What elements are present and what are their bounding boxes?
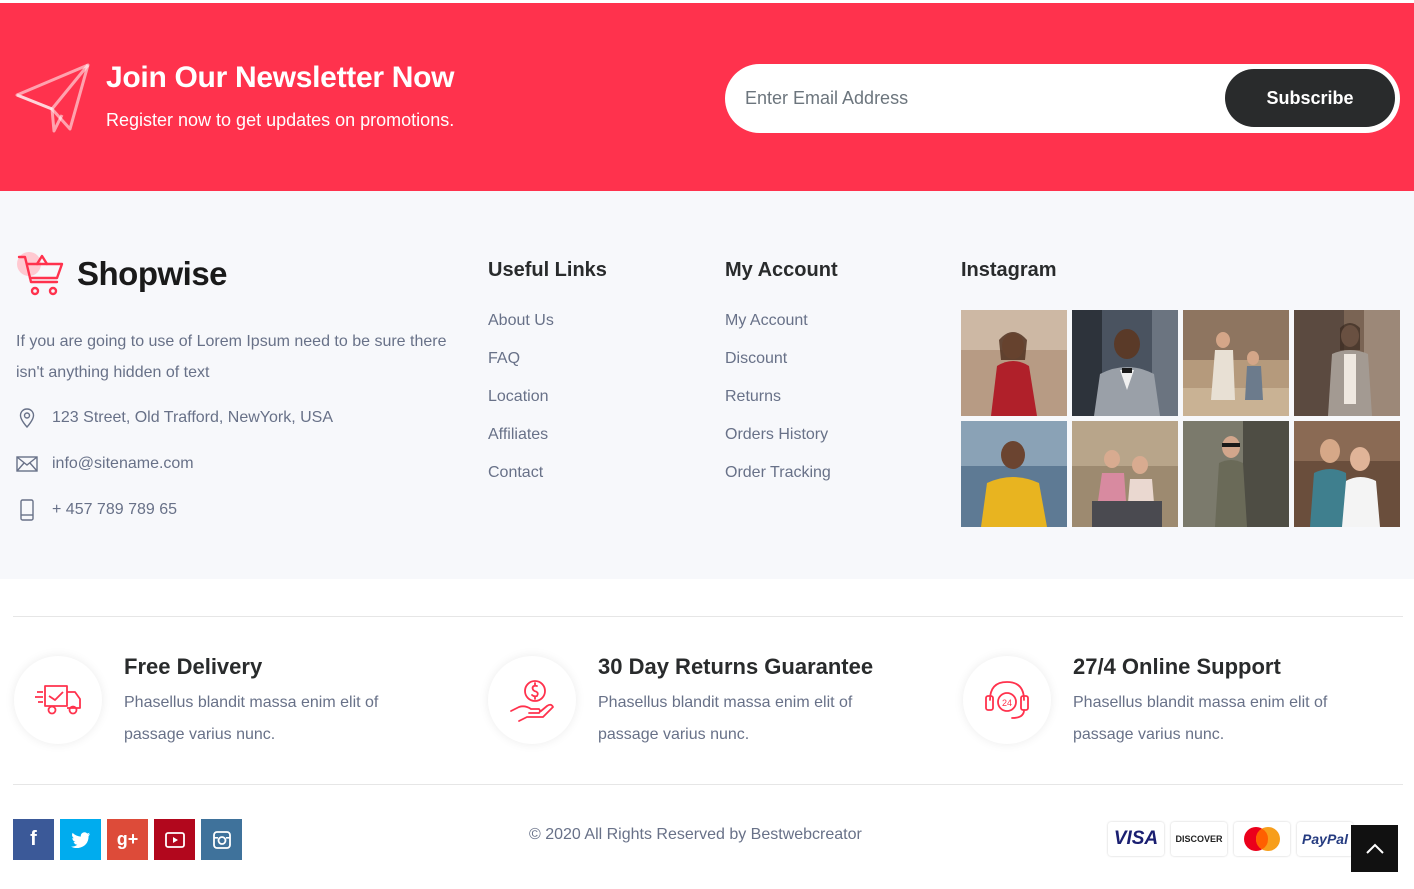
svg-text:24: 24	[1002, 698, 1012, 708]
newsletter-section: Join Our Newsletter Now Register now to …	[0, 3, 1414, 191]
link-order-tracking[interactable]: Order Tracking	[725, 464, 831, 502]
my-account-title: My Account	[725, 259, 838, 281]
visa-icon: VISA	[1108, 822, 1164, 856]
feature-title: Free Delivery	[124, 654, 263, 679]
headset-24-icon: 24	[985, 681, 1029, 719]
instagram-photo[interactable]	[961, 310, 1067, 416]
contact-email-text[interactable]: info@sitename.com	[52, 455, 194, 473]
feature-text: Phasellus blandit massa enim elit of pas…	[124, 694, 379, 743]
payment-methods: VISA DISCOVER PayPal	[1108, 822, 1353, 856]
newsletter-form: Subscribe	[725, 64, 1400, 133]
map-pin-icon	[16, 407, 38, 429]
paper-plane-icon	[15, 63, 90, 133]
contact-address-text: 123 Street, Old Trafford, NewYork, USA	[52, 409, 334, 426]
twitter-icon[interactable]	[60, 819, 101, 860]
instagram-grid	[961, 310, 1400, 527]
link-affiliates[interactable]: Affiliates	[488, 426, 554, 464]
link-returns[interactable]: Returns	[725, 388, 831, 426]
my-account-list: My Account Discount Returns Orders Histo…	[725, 312, 831, 502]
instagram-photo[interactable]	[1183, 421, 1289, 527]
brand-description: If you are going to use of Lorem Ipsum n…	[16, 333, 447, 381]
link-orders-history[interactable]: Orders History	[725, 426, 831, 464]
contact-phone: + 457 789 789 65	[16, 499, 177, 521]
youtube-icon[interactable]	[154, 819, 195, 860]
link-discount[interactable]: Discount	[725, 350, 831, 388]
feature-icon-circle	[488, 656, 576, 744]
contact-address: 123 Street, Old Trafford, NewYork, USA	[16, 407, 333, 429]
shopping-cart-icon[interactable]	[15, 248, 67, 300]
facebook-icon[interactable]: f	[13, 819, 54, 860]
money-hand-icon	[510, 680, 554, 722]
feature-text: Phasellus blandit massa enim elit of pas…	[1073, 694, 1328, 743]
instagram-photo[interactable]	[1072, 421, 1178, 527]
contact-phone-text: + 457 789 789 65	[52, 501, 178, 518]
instagram-icon[interactable]	[201, 819, 242, 860]
useful-links-list: About Us FAQ Location Affiliates Contact	[488, 312, 554, 502]
instagram-photo[interactable]	[1183, 310, 1289, 416]
newsletter-title: Join Our Newsletter Now	[106, 61, 455, 94]
instagram-photo[interactable]	[1072, 310, 1178, 416]
mastercard-icon	[1234, 822, 1290, 856]
copyright-text: © 2020 All Rights Reserved by Bestwebcre…	[529, 826, 862, 843]
paypal-icon: PayPal	[1297, 822, 1353, 856]
scroll-to-top-button[interactable]	[1351, 825, 1398, 872]
newsletter-subtitle: Register now to get updates on promotion…	[106, 110, 455, 130]
google-plus-icon[interactable]: g+	[107, 819, 148, 860]
link-my-account[interactable]: My Account	[725, 312, 831, 350]
feature-icon-circle: 24	[963, 656, 1051, 744]
footer-main: Shopwise If you are going to use of Lore…	[0, 191, 1414, 579]
instagram-photo[interactable]	[1294, 310, 1400, 416]
feature-text: Phasellus blandit massa enim elit of pas…	[598, 694, 853, 743]
link-contact[interactable]: Contact	[488, 464, 554, 502]
discover-icon: DISCOVER	[1171, 822, 1227, 856]
instagram-title: Instagram	[961, 259, 1057, 281]
instagram-photo[interactable]	[1294, 421, 1400, 527]
divider	[13, 616, 1403, 617]
subscribe-button[interactable]: Subscribe	[1225, 69, 1395, 127]
feature-icon-circle	[14, 656, 102, 744]
link-about-us[interactable]: About Us	[488, 312, 554, 350]
delivery-truck-icon	[35, 685, 81, 715]
brand-name[interactable]: Shopwise	[77, 255, 228, 293]
link-faq[interactable]: FAQ	[488, 350, 554, 388]
instagram-photo[interactable]	[961, 421, 1067, 527]
social-links: f g+	[13, 819, 242, 860]
feature-title: 30 Day Returns Guarantee	[598, 654, 874, 679]
useful-links-title: Useful Links	[488, 259, 607, 281]
envelope-icon	[16, 453, 38, 475]
phone-icon	[16, 499, 38, 521]
feature-title: 27/4 Online Support	[1073, 654, 1281, 679]
link-location[interactable]: Location	[488, 388, 554, 426]
chevron-up-icon	[1365, 843, 1384, 854]
divider	[13, 784, 1403, 785]
email-input[interactable]	[745, 64, 1205, 133]
contact-email[interactable]: info@sitename.com	[16, 453, 194, 475]
